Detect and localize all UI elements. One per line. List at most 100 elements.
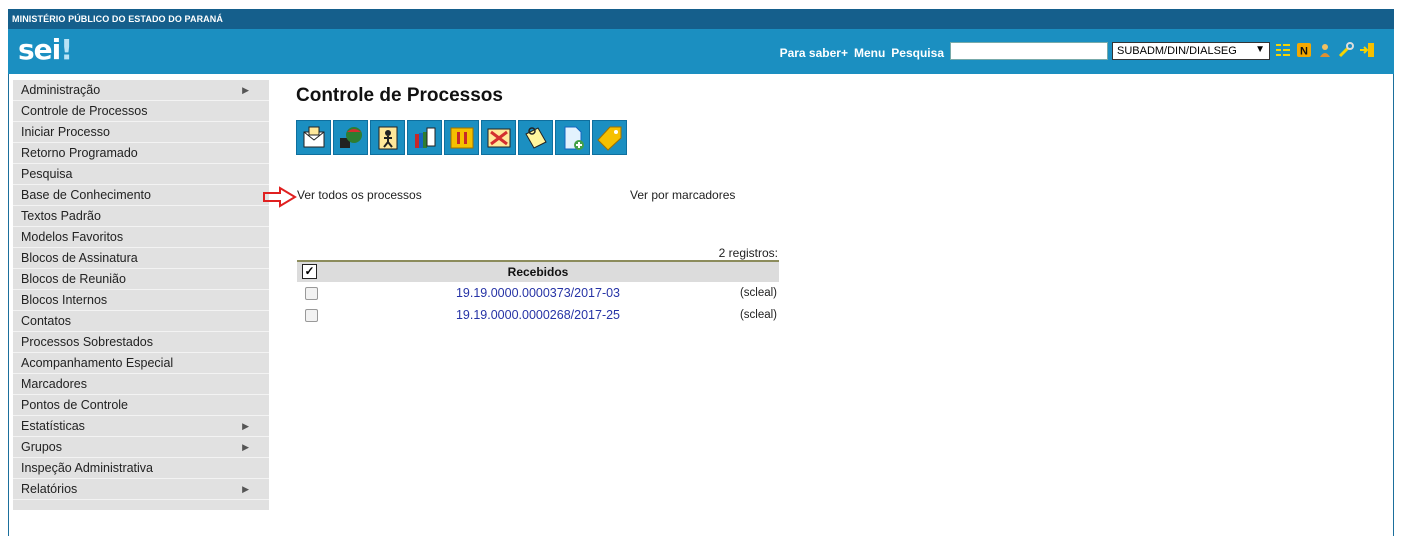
sidebar-item-processos-sobrestados[interactable]: Processos Sobrestados [13, 332, 269, 353]
sidebar-item-label: Processos Sobrestados [21, 335, 154, 349]
sidebar-item-label: Acompanhamento Especial [21, 356, 174, 370]
view-by-markers-link[interactable]: Ver por marcadores [630, 188, 735, 202]
sidebar-item-label: Blocos de Reunião [21, 272, 126, 286]
sidebar-item-label: Inspeção Administrativa [21, 461, 154, 475]
sidebar-item-label: Retorno Programado [21, 146, 138, 160]
toolbar [296, 120, 627, 155]
assign-process-button[interactable] [370, 120, 405, 155]
sidebar-item-label: Iniciar Processo [21, 125, 110, 139]
sidebar-item-label: Controle de Processos [21, 104, 148, 118]
column-header-received: Recebidos [507, 265, 569, 279]
sidebar-item-marcadores[interactable]: Marcadores [13, 374, 269, 395]
chevron-right-icon: ▶ [242, 484, 249, 494]
header-links: Para saber+ Menu Pesquisa [780, 46, 944, 60]
sidebar-item-label: Marcadores [21, 377, 87, 391]
sidebar-item-label: Pontos de Controle [21, 398, 129, 412]
sei-logo[interactable]: sei! [18, 33, 73, 66]
annotation-icon [524, 126, 547, 149]
tag-icon [596, 126, 621, 151]
remove-mark-button[interactable] [481, 120, 516, 155]
search-label[interactable]: Pesquisa [891, 46, 944, 60]
sidebar-item-contatos[interactable]: Contatos [13, 311, 269, 332]
unit-select-value: SUBADM/DIN/DIALSEG [1117, 45, 1237, 57]
header-icons: N [1275, 42, 1375, 58]
sidebar-item-textos-padrao[interactable]: Textos Padrão [13, 206, 269, 227]
tools-icon[interactable] [1338, 42, 1354, 58]
update-progress-button[interactable] [333, 120, 368, 155]
sidebar-item-acompanhamento-especial[interactable]: Acompanhamento Especial [13, 353, 269, 374]
sidebar-item-base-de-conhecimento[interactable]: Base de Conhecimento [13, 185, 269, 206]
annotation-button[interactable] [518, 120, 553, 155]
sidebar-item-estatisticas[interactable]: Estatísticas ▶ [13, 416, 269, 437]
page-title: Controle de Processos [296, 85, 503, 106]
chevron-right-icon: ▶ [242, 421, 249, 431]
sidebar-item-label: Grupos [21, 440, 62, 454]
menu-link[interactable]: Menu [854, 46, 885, 60]
sidebar-item-label: Contatos [21, 314, 72, 328]
send-process-button[interactable] [296, 120, 331, 155]
received-processes-table: ✓ Recebidos 19.19.0000.0000373/2017-03 (… [297, 260, 779, 326]
sidebar-item-blocos-de-reuniao[interactable]: Blocos de Reunião [13, 269, 269, 290]
user-icon[interactable] [1317, 42, 1333, 58]
sidebar-item-iniciar-processo[interactable]: Iniciar Processo [13, 122, 269, 143]
search-input[interactable] [950, 42, 1108, 60]
table-header: ✓ Recebidos [297, 260, 779, 282]
sidebar-item-label: Administração [21, 83, 101, 97]
sidebar-item-label: Modelos Favoritos [21, 230, 124, 244]
records-count: 2 registros: [718, 246, 778, 260]
org-name: MINISTÉRIO PÚBLICO DO ESTADO DO PARANÁ [12, 14, 223, 24]
tag-button[interactable] [592, 120, 627, 155]
notes-icon[interactable]: N [1296, 42, 1312, 58]
suspend-process-button[interactable] [444, 120, 479, 155]
sidebar-item-label: Base de Conhecimento [21, 188, 151, 202]
assigned-user: (scleal) [739, 287, 777, 299]
table-row: 19.19.0000.0000373/2017-03 (scleal) [297, 282, 779, 304]
list-icon[interactable] [1275, 42, 1291, 58]
sidebar-item-blocos-de-assinatura[interactable]: Blocos de Assinatura [13, 248, 269, 269]
remove-mark-icon [487, 128, 510, 147]
chevron-right-icon: ▶ [242, 85, 249, 95]
sidebar-item-label: Pesquisa [21, 167, 73, 181]
assigned-user: (scleal) [739, 309, 777, 321]
sidebar-item-inspecao-administrativa[interactable]: Inspeção Administrativa [13, 458, 269, 479]
frame-right-border [1393, 74, 1394, 536]
sidebar-item-relatorios[interactable]: Relatórios ▶ [13, 479, 269, 500]
signature-block-icon [414, 127, 435, 148]
sidebar-item-pontos-de-controle[interactable]: Pontos de Controle [13, 395, 269, 416]
chevron-right-icon: ▶ [242, 442, 249, 452]
learn-link[interactable]: Para saber+ [780, 46, 848, 60]
unit-select[interactable]: SUBADM/DIN/DIALSEG ▼ [1112, 42, 1270, 60]
send-process-icon [303, 126, 324, 147]
process-link[interactable]: 19.19.0000.0000373/2017-03 [297, 286, 779, 300]
svg-text:N: N [1300, 46, 1308, 58]
sidebar-menu: Administração ▶ Controle de Processos Inici… [13, 80, 269, 510]
new-document-icon [564, 126, 584, 150]
sidebar-item-label: Textos Padrão [21, 209, 101, 223]
header-bar: sei! Para saber+ Menu Pesquisa SUBADM/DI… [8, 29, 1394, 74]
signature-block-button[interactable] [407, 120, 442, 155]
org-bar: MINISTÉRIO PÚBLICO DO ESTADO DO PARANÁ [8, 9, 1394, 29]
sidebar-item-controle-de-processos[interactable]: Controle de Processos [13, 101, 269, 122]
sidebar-item-pesquisa[interactable]: Pesquisa [13, 164, 269, 185]
top-strip [0, 0, 1401, 9]
sidebar-item-grupos[interactable]: Grupos ▶ [13, 437, 269, 458]
sidebar-item-retorno-programado[interactable]: Retorno Programado [13, 143, 269, 164]
new-document-button[interactable] [555, 120, 590, 155]
sidebar-item-label: Blocos Internos [21, 293, 108, 307]
assign-process-icon [378, 126, 397, 149]
process-link[interactable]: 19.19.0000.0000268/2017-25 [297, 308, 779, 322]
exit-icon[interactable] [1359, 42, 1375, 58]
sidebar-item-administracao[interactable]: Administração ▶ [13, 80, 269, 101]
chevron-down-icon: ▼ [1255, 44, 1265, 55]
sidebar-item-label: Estatísticas [21, 419, 85, 433]
sidebar-item-label: Blocos de Assinatura [21, 251, 138, 265]
sidebar-item-label: Relatórios [21, 482, 78, 496]
sidebar-item-blocos-internos[interactable]: Blocos Internos [13, 290, 269, 311]
update-progress-icon [339, 126, 362, 148]
suspend-process-icon [450, 127, 473, 148]
frame-left-border [8, 74, 9, 536]
table-row: 19.19.0000.0000268/2017-25 (scleal) [297, 304, 779, 326]
sidebar-item-modelos-favoritos[interactable]: Modelos Favoritos [13, 227, 269, 248]
annotation-arrow-icon [263, 186, 297, 208]
view-all-processes-link[interactable]: Ver todos os processos [297, 188, 422, 202]
